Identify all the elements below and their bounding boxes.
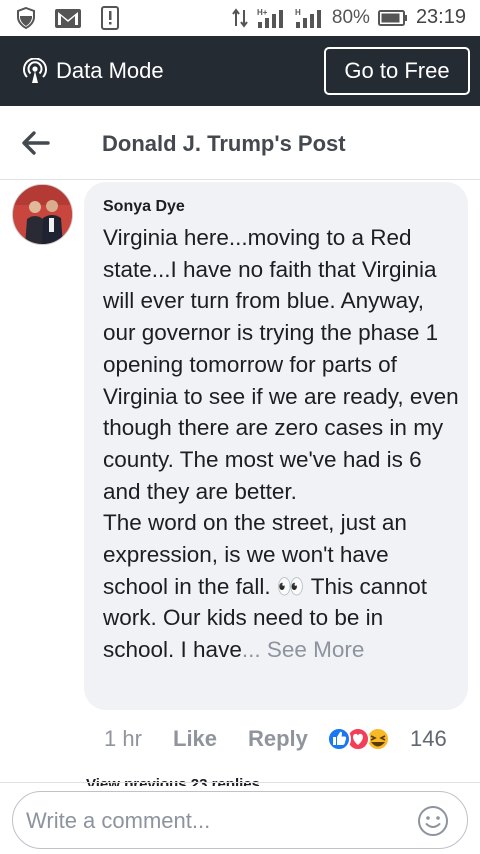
go-to-free-button[interactable]: Go to Free bbox=[324, 47, 470, 95]
post-header: Donald J. Trump's Post bbox=[0, 106, 480, 180]
antenna-icon bbox=[23, 58, 47, 83]
status-bar: H+ H 80% 23:19 bbox=[0, 0, 480, 36]
back-arrow-icon[interactable] bbox=[20, 128, 52, 158]
comment-body: Virginia here...moving to a Red state...… bbox=[103, 225, 459, 663]
comment-ellipsis: ... bbox=[241, 637, 261, 663]
network-type-1: H+ bbox=[257, 8, 268, 17]
avatar[interactable] bbox=[12, 184, 73, 245]
comment-input[interactable] bbox=[26, 802, 406, 840]
reply-button[interactable]: Reply bbox=[248, 726, 308, 752]
signal-icon: H+ bbox=[257, 8, 283, 28]
emoji-icon[interactable] bbox=[417, 805, 449, 837]
comment-bubble: Sonya Dye Virginia here...moving to a Re… bbox=[84, 182, 468, 710]
data-mode-banner: Data Mode Go to Free bbox=[0, 36, 480, 106]
page-title: Donald J. Trump's Post bbox=[102, 131, 346, 156]
notification-icons bbox=[16, 6, 120, 30]
battery-percent: 80% bbox=[331, 6, 370, 28]
see-more-link[interactable]: See More bbox=[267, 637, 365, 662]
shield-icon bbox=[17, 7, 35, 29]
data-mode-label: Data Mode bbox=[56, 58, 164, 83]
gmail-icon bbox=[55, 9, 81, 28]
comment-timestamp: 1 hr bbox=[104, 726, 142, 751]
comment-text: Virginia here...moving to a Red state...… bbox=[103, 222, 459, 666]
comment-author[interactable]: Sonya Dye bbox=[103, 198, 185, 216]
network-type-2: H bbox=[295, 8, 301, 17]
data-transfer-icon bbox=[232, 7, 248, 28]
alert-icon bbox=[101, 6, 119, 30]
clock: 23:19 bbox=[415, 6, 466, 28]
like-reaction-icon bbox=[327, 727, 351, 751]
system-icons: H+ H 80% 23:19 bbox=[232, 6, 466, 29]
comment-actions: 1 hr Like Reply 146 bbox=[104, 722, 464, 756]
avatar-photo bbox=[13, 185, 72, 244]
reactions-summary[interactable] bbox=[326, 724, 398, 754]
reaction-count[interactable]: 146 bbox=[410, 726, 447, 752]
battery-icon bbox=[377, 9, 407, 26]
view-previous-replies-link[interactable]: View previous 23 replies bbox=[86, 772, 306, 786]
signal-icon-2: H bbox=[295, 8, 321, 28]
haha-reaction-icon bbox=[366, 727, 390, 751]
comment-composer bbox=[12, 791, 468, 849]
divider bbox=[0, 782, 480, 783]
data-mode-indicator: Data Mode bbox=[22, 58, 164, 84]
like-button[interactable]: Like bbox=[173, 726, 217, 752]
